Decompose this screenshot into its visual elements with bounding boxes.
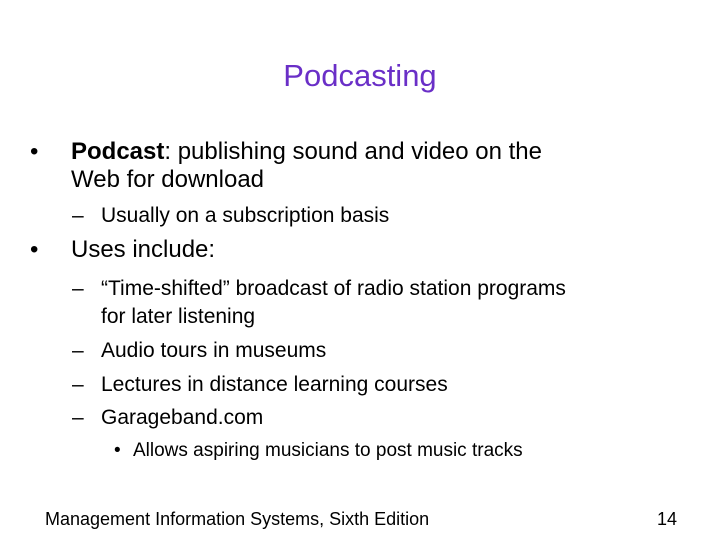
bullet-marker: • [114,440,121,461]
audio-tours-text: Audio tours in museums [101,339,327,362]
time-shifted-line2: for later listening [101,305,256,328]
bullet-marker: • [30,236,39,263]
lectures-text: Lectures in distance learning courses [101,373,448,396]
musicians-text: Allows aspiring musicians to post music … [133,440,523,461]
time-shifted-line1: “Time-shifted” broadcast of radio statio… [101,277,566,300]
slide-title: Podcasting [283,58,437,93]
podcast-definition-line2: Web for download [71,166,265,193]
podcast-definition-line1: : publishing sound and video on the [164,138,542,165]
dash-marker: – [72,339,84,362]
dash-marker: – [72,277,84,300]
slide: Podcasting • Podcast: publishing sound a… [0,0,720,540]
podcast-term: Podcast [71,138,165,165]
dash-marker: – [72,204,84,227]
dash-marker: – [72,373,84,396]
page-number: 14 [656,509,677,529]
garageband-text: Garageband.com [101,406,264,429]
dash-marker: – [72,406,84,429]
bullet-marker: • [30,138,39,165]
subscription-text: Usually on a subscription basis [101,204,390,227]
uses-text: Uses include: [71,236,216,263]
footer-book-title: Management Information Systems, Sixth Ed… [45,509,430,529]
